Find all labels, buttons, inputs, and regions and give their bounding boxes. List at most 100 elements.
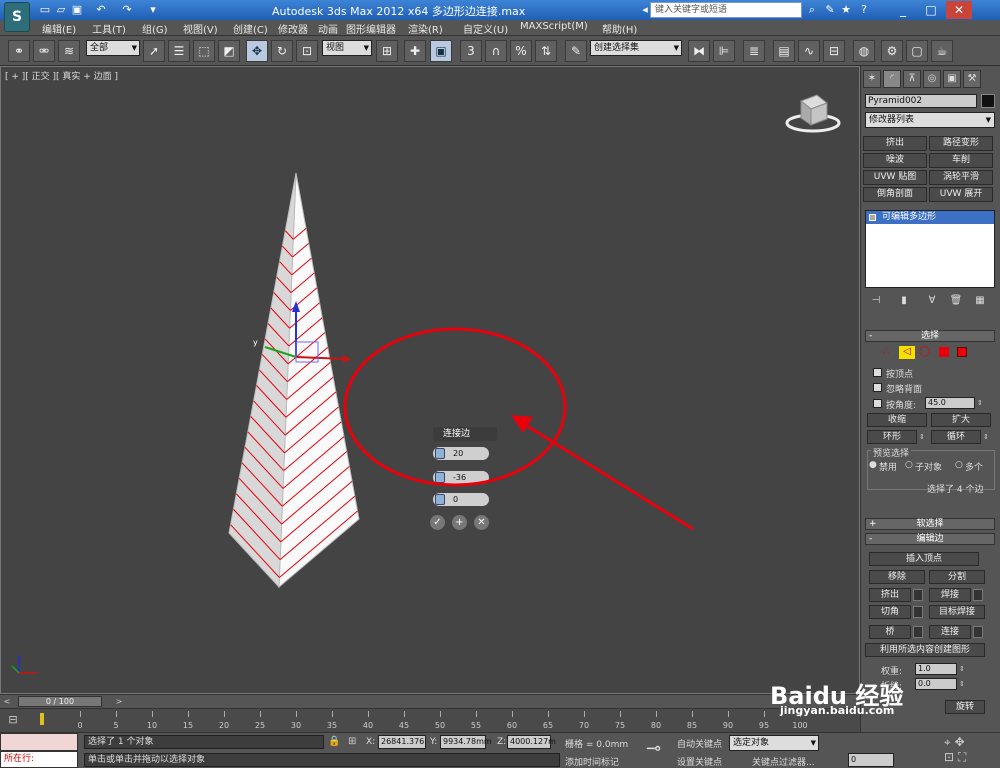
reference-coordinate-dropdown[interactable]: 视图 bbox=[322, 40, 372, 56]
schematic-view-icon[interactable]: ⊟ bbox=[823, 40, 845, 62]
object-color-swatch[interactable] bbox=[981, 94, 995, 108]
key-filters-button[interactable]: 关键点过滤器... bbox=[752, 755, 815, 768]
modifier-path-deform-button[interactable]: 路径变形 bbox=[929, 136, 993, 151]
menu-create[interactable]: 创建(C) bbox=[233, 21, 268, 36]
chamfer-button[interactable]: 切角 bbox=[869, 605, 911, 619]
edit-edges-rollout-header[interactable]: - 编辑边 bbox=[865, 533, 995, 545]
angle-snap-icon[interactable]: ∩ bbox=[485, 40, 507, 62]
crease-spinner-arrows[interactable]: ⇕ bbox=[959, 678, 967, 690]
preview-subobject-radio[interactable]: ○ bbox=[905, 460, 913, 470]
graphite-ribbon-icon[interactable]: ▤ bbox=[773, 40, 795, 62]
angle-spinner-arrows[interactable]: ⇕ bbox=[977, 397, 985, 409]
menu-animation[interactable]: 动画 bbox=[318, 21, 338, 36]
maxscript-listener-field[interactable]: 所在行: bbox=[0, 751, 78, 768]
time-prev-icon[interactable]: < bbox=[0, 696, 14, 707]
weld-button[interactable]: 焊接 bbox=[929, 588, 971, 602]
edit-named-selections-icon[interactable]: ✎ bbox=[565, 40, 587, 62]
help-search-input[interactable]: 键入关键字或短语 bbox=[650, 2, 802, 18]
tools-icon[interactable]: ✎ bbox=[822, 2, 838, 18]
modify-tab-icon[interactable]: ◜ bbox=[883, 70, 901, 88]
preview-multi-radio[interactable]: ○ bbox=[955, 460, 963, 470]
render-setup-icon[interactable]: ⚙ bbox=[881, 40, 903, 62]
maxscript-listener-top[interactable] bbox=[0, 733, 78, 751]
menu-rendering[interactable]: 渲染(R) bbox=[408, 21, 443, 36]
hierarchy-tab-icon[interactable]: ⊼ bbox=[903, 70, 921, 88]
make-unique-icon[interactable]: ∀ bbox=[923, 294, 941, 308]
y-coordinate-field[interactable]: 9934.78mm bbox=[440, 735, 492, 749]
menu-views[interactable]: 视图(V) bbox=[183, 21, 218, 36]
save-file-icon[interactable]: ▣ bbox=[70, 3, 84, 17]
connect-button[interactable]: 连接 bbox=[929, 625, 971, 639]
split-button[interactable]: 分割 bbox=[929, 570, 985, 584]
configure-modifier-sets-icon[interactable]: ▦ bbox=[971, 294, 989, 308]
selection-lock-icon[interactable]: 🔒 bbox=[328, 735, 342, 749]
open-file-icon[interactable]: ▱ bbox=[54, 3, 68, 17]
element-mode-icon[interactable] bbox=[957, 347, 967, 357]
help-icon[interactable]: ? bbox=[856, 2, 872, 18]
menu-help[interactable]: 帮助(H) bbox=[602, 21, 637, 36]
menu-customize[interactable]: 自定义(U) bbox=[463, 21, 508, 36]
extrude-button[interactable]: 挤出 bbox=[869, 588, 911, 602]
pivot-center-icon[interactable]: ⊞ bbox=[376, 40, 398, 62]
rectangular-selection-icon[interactable]: ⬚ bbox=[193, 40, 215, 62]
modifier-noise-button[interactable]: 噪波 bbox=[863, 153, 927, 168]
angle-spinner[interactable]: 45.0 bbox=[925, 397, 975, 409]
loop-spinner-arrows[interactable]: ⇕ bbox=[983, 431, 991, 443]
new-file-icon[interactable]: ▭ bbox=[38, 3, 52, 17]
utilities-tab-icon[interactable]: ⚒ bbox=[963, 70, 981, 88]
modifier-lathe-button[interactable]: 车削 bbox=[929, 153, 993, 168]
curve-editor-icon[interactable]: ∿ bbox=[798, 40, 820, 62]
x-coordinate-field[interactable]: 26841.376 bbox=[378, 735, 426, 749]
bridge-button[interactable]: 桥 bbox=[869, 625, 911, 639]
preview-off-radio[interactable]: ● bbox=[869, 460, 877, 470]
close-button[interactable]: ✕ bbox=[946, 1, 972, 19]
time-next-icon[interactable]: > bbox=[112, 696, 126, 707]
material-editor-icon[interactable]: ◍ bbox=[853, 40, 875, 62]
set-key-icon[interactable]: ⊸ bbox=[646, 737, 670, 761]
app-logo-icon[interactable]: S bbox=[4, 2, 30, 32]
search-icon[interactable]: ⌕ bbox=[804, 2, 820, 18]
add-time-tag[interactable]: 添加时间标记 bbox=[565, 755, 619, 768]
menu-group[interactable]: 组(G) bbox=[142, 21, 168, 36]
remove-button[interactable]: 移除 bbox=[869, 570, 925, 584]
absolute-mode-icon[interactable]: ⊞ bbox=[348, 735, 362, 749]
target-weld-button[interactable]: 目标焊接 bbox=[929, 605, 985, 619]
crease-spinner[interactable]: 0.0 bbox=[915, 678, 957, 690]
menu-modifiers[interactable]: 修改器 bbox=[278, 21, 308, 36]
border-mode-icon[interactable]: ◯ bbox=[919, 346, 933, 358]
rendered-frame-window-icon[interactable]: ▢ bbox=[906, 40, 928, 62]
select-and-link-icon[interactable]: ⚭ bbox=[8, 40, 30, 62]
show-end-result-icon[interactable]: ▮ bbox=[895, 294, 913, 308]
undo-icon[interactable]: ↶ bbox=[94, 3, 108, 17]
rotate-edge-button[interactable]: 旋转 bbox=[945, 700, 985, 714]
stack-item-editable-poly[interactable]: 可编辑多边形 bbox=[866, 211, 994, 224]
select-and-move-icon[interactable]: ✥ bbox=[246, 40, 268, 62]
select-object-icon[interactable]: ➚ bbox=[143, 40, 165, 62]
current-frame-field[interactable]: 0 bbox=[848, 753, 894, 767]
key-mode-dropdown[interactable]: 选定对象 bbox=[729, 735, 819, 751]
viewport-navigation-icons[interactable]: ⌖ ✥ ⊡ ⛶ bbox=[944, 735, 998, 765]
spinner-snap-icon[interactable]: ⇅ bbox=[535, 40, 557, 62]
viewport-label[interactable]: [ + ][ 正交 ][ 真实 + 边面 ] bbox=[5, 69, 118, 82]
menu-graph-editors[interactable]: 图形编辑器 bbox=[346, 21, 396, 36]
bind-space-warp-icon[interactable]: ≋ bbox=[58, 40, 80, 62]
select-and-rotate-icon[interactable]: ↻ bbox=[271, 40, 293, 62]
connect-settings-button[interactable] bbox=[973, 626, 983, 638]
align-icon[interactable]: ⊫ bbox=[713, 40, 735, 62]
percent-snap-icon[interactable]: % bbox=[510, 40, 532, 62]
select-and-scale-icon[interactable]: ⊡ bbox=[296, 40, 318, 62]
unlink-icon[interactable]: ⚮ bbox=[33, 40, 55, 62]
shrink-button[interactable]: 收缩 bbox=[867, 413, 927, 427]
snaps-toggle-icon[interactable]: 3 bbox=[460, 40, 482, 62]
create-tab-icon[interactable]: ✶ bbox=[863, 70, 881, 88]
selection-rollout-header[interactable]: - 选择 bbox=[865, 330, 995, 342]
window-crossing-icon[interactable]: ◩ bbox=[218, 40, 240, 62]
loop-button[interactable]: 循环 bbox=[931, 430, 981, 444]
star-icon[interactable]: ★ bbox=[838, 2, 854, 18]
selection-filter-dropdown[interactable]: 全部 bbox=[86, 40, 140, 56]
time-slider-handle[interactable]: 0 / 100 bbox=[18, 696, 102, 707]
weight-spinner[interactable]: 1.0 bbox=[915, 663, 957, 675]
select-by-name-icon[interactable]: ☰ bbox=[168, 40, 190, 62]
modifier-list-dropdown[interactable]: 修改器列表 bbox=[865, 112, 995, 128]
pin-stack-icon[interactable]: ⊣ bbox=[867, 294, 885, 308]
